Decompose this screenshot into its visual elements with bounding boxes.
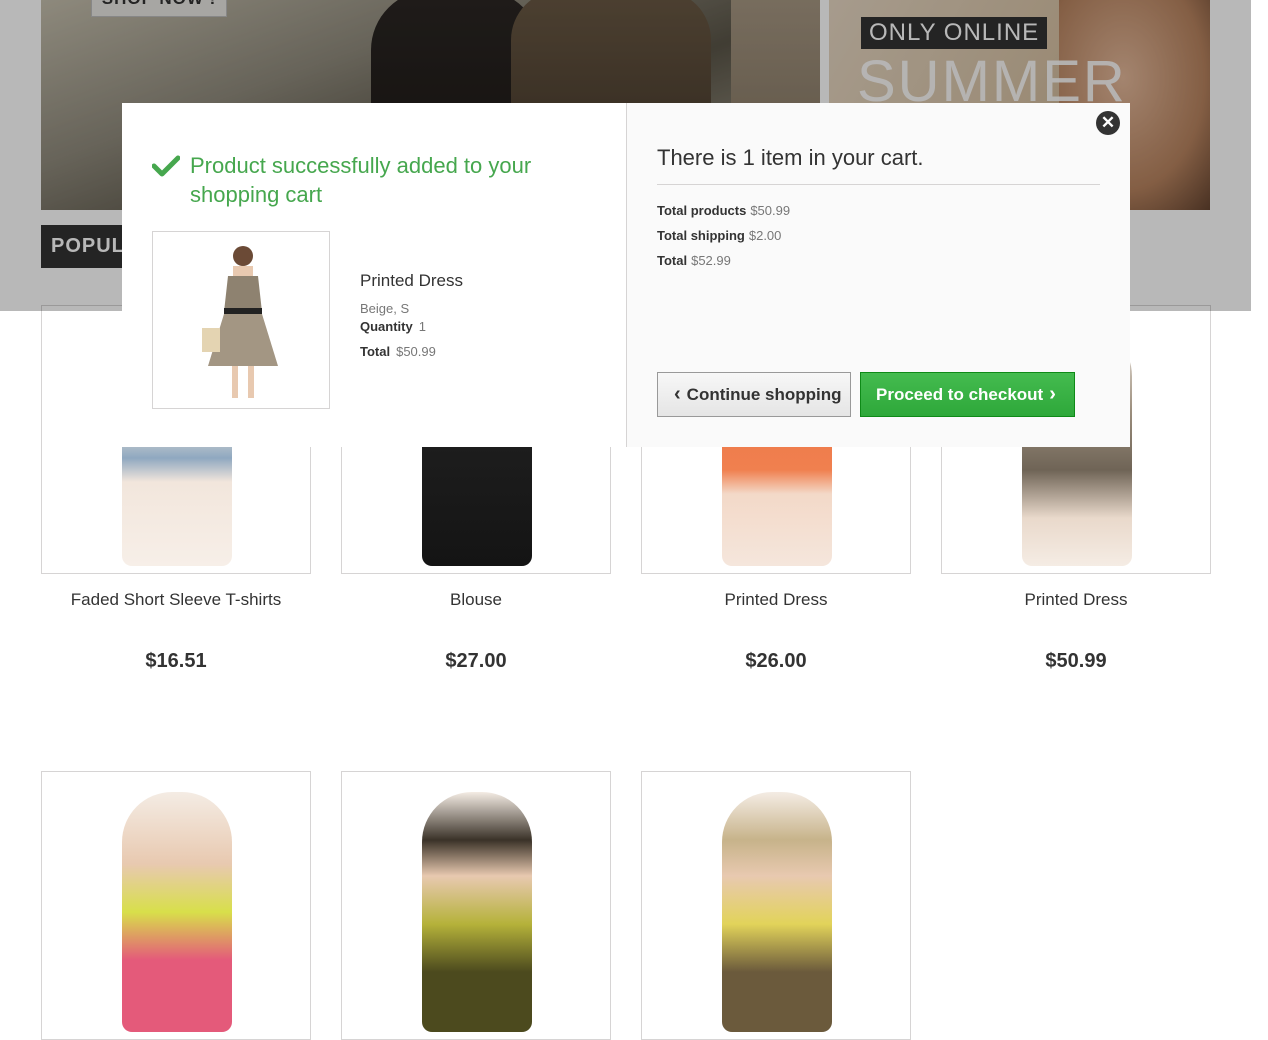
continue-shopping-label: Continue shopping [686,384,842,404]
total-shipping-label: Total shipping [657,228,745,243]
total-products-label: Total products [657,203,747,218]
product-card[interactable] [41,771,311,1040]
total-label: Total [360,344,391,359]
product-card[interactable] [641,771,911,1040]
continue-shopping-button[interactable]: ‹ Continue shopping [657,372,851,417]
proceed-to-checkout-button[interactable]: Proceed to checkout › [860,372,1075,417]
total-shipping-value: $2.00 [748,228,782,243]
cart-count-text: There is 1 item in your cart. [657,145,924,170]
layer-cart-modal: Product successfully added to your shopp… [122,103,1130,447]
cart-product-quantity: Quantity 1 [360,319,426,334]
product-price: $27.00 [445,650,507,672]
product-card[interactable] [341,771,611,1040]
product-price: $50.99 [1045,650,1107,672]
layer-cart-product-panel: Product successfully added to your shopp… [122,103,627,447]
total-products-row: Total products $50.99 [657,203,790,218]
total-shipping-row: Total shipping $2.00 [657,228,781,243]
product-price: $26.00 [745,650,807,672]
product-image[interactable] [641,771,911,1040]
total-products-value: $50.99 [750,203,791,218]
product-price: $16.51 [145,650,207,672]
quantity-value: 1 [418,319,426,334]
product-name[interactable]: Faded Short Sleeve T-shirts [41,590,311,610]
grand-total-label: Total [657,253,688,268]
total-value: $50.99 [396,344,436,359]
cart-product-image [152,231,330,409]
dress-image [202,246,278,398]
product-name[interactable]: Printed Dress [641,590,911,610]
quantity-label: Quantity [360,319,413,334]
cart-product-attributes: Beige, S [360,301,410,316]
chevron-right-icon: › [1049,383,1056,405]
close-icon[interactable]: ✕ [1096,111,1120,135]
product-name[interactable]: Printed Dress [941,590,1211,610]
grand-total-row: Total $52.99 [657,253,731,268]
divider [657,184,1100,185]
success-text: Product successfully added to your shopp… [190,153,532,207]
chevron-left-icon: ‹ [674,383,681,405]
cart-product-name: Printed Dress [360,271,463,290]
grand-total-value: $52.99 [691,253,731,268]
success-message: Product successfully added to your shopp… [152,151,532,209]
layer-cart-summary-panel: ✕ There is 1 item in your cart. Total pr… [627,103,1130,447]
proceed-to-checkout-label: Proceed to checkout [876,384,1044,404]
product-image[interactable] [41,771,311,1040]
product-image[interactable] [341,771,611,1040]
check-icon [152,155,180,177]
product-name[interactable]: Blouse [341,590,611,610]
cart-product-total: Total $50.99 [360,344,436,359]
